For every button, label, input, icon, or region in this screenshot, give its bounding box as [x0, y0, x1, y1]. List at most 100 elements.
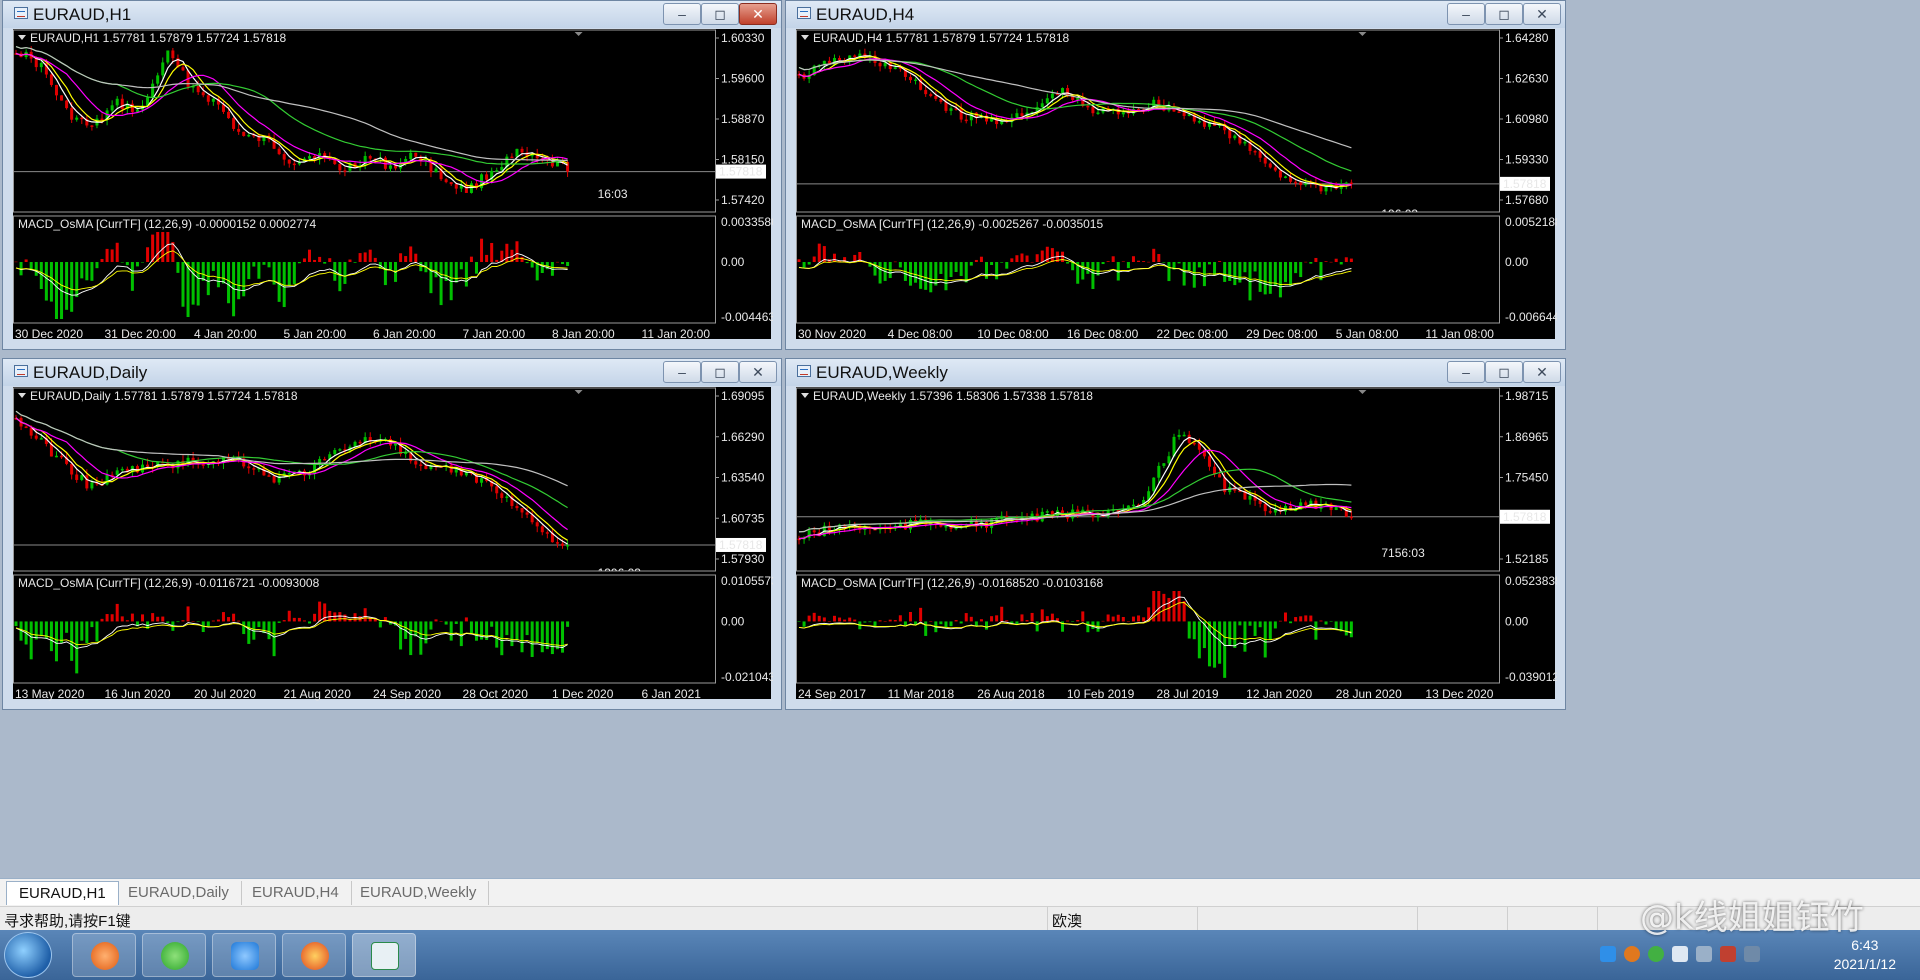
macd-histogram-bar [65, 262, 69, 310]
maximize-button[interactable]: ◻ [701, 3, 739, 25]
macd-histogram-bar [267, 621, 271, 640]
macd-histogram-bar [1197, 262, 1201, 268]
maximize-button[interactable]: ◻ [1485, 3, 1523, 25]
macd-histogram-bar [186, 606, 190, 622]
macd-histogram-bar [232, 613, 236, 622]
candle-body [944, 525, 948, 528]
ma-magenta-line [15, 417, 568, 531]
candle-body [161, 62, 165, 76]
macd-histogram-bar [485, 254, 489, 263]
tab-euraud-weekly[interactable]: EURAUD,Weekly [348, 881, 490, 905]
close-button[interactable]: ✕ [739, 361, 777, 383]
candle-body [120, 98, 124, 109]
chart-canvas[interactable]: 1.60330 1.59600 1.58870 1.58150 1.57420 0.003… [13, 29, 773, 341]
macd-histogram-bar [353, 262, 357, 263]
symbol-info: EURAUD,H4 1.57781 1.57879 1.57724 1.5781… [813, 31, 1070, 45]
macd-histogram-bar [893, 620, 897, 622]
tray-volume-icon[interactable] [1720, 946, 1736, 962]
macd-histogram-bar [459, 621, 463, 647]
macd-histogram-bar [318, 256, 322, 263]
macd-histogram-bar [196, 262, 200, 306]
macd-histogram-bar [540, 262, 544, 273]
window-titlebar[interactable]: EURAUD,Weekly – ◻ ✕ [786, 359, 1565, 386]
taskbar-clock[interactable]: 6:43 2021/1/12 [1834, 936, 1896, 974]
ma-green-line [15, 46, 568, 165]
candle-body [1283, 176, 1287, 178]
indicator-panel-border [796, 574, 1500, 684]
price-axis-label: 1.57680 [1505, 193, 1549, 207]
indicator-name: MACD_OsMA [CurrTF] (12,26,9) -0.0000152 … [18, 217, 316, 231]
macd-histogram-bar [1238, 621, 1242, 626]
chart-window-euraud-h1[interactable]: EURAUD,H1 – ◻ ✕ 1.60330 1.59600 1.58870 1.5… [2, 0, 782, 350]
time-axis-label: 11 Jan 20:00 [642, 327, 711, 341]
candle-body [242, 131, 246, 136]
candle-body [812, 530, 816, 533]
chart-window-euraud-h4[interactable]: EURAUD,H4 – ◻ ✕ 1.64280 1.62630 1.60980 1.5… [785, 0, 1566, 350]
time-axis-label: 6 Jan 20:00 [373, 327, 436, 341]
taskbar-app-wechat[interactable] [142, 933, 206, 977]
macd-histogram-bar [1126, 621, 1130, 622]
candle-body [1096, 515, 1100, 518]
taskbar-app-notes[interactable] [212, 933, 276, 977]
chart-canvas[interactable]: 1.64280 1.62630 1.60980 1.59330 1.57680 0.005… [796, 29, 1557, 341]
chart-canvas[interactable]: 1.69095 1.66290 1.63540 1.60735 1.57930 0.010… [13, 387, 773, 701]
start-button-icon[interactable] [4, 932, 52, 978]
tray-network-icon[interactable] [1696, 946, 1712, 962]
chart-canvas[interactable]: 1.987151.869651.754501.637001.521850.052… [796, 387, 1557, 701]
close-button[interactable]: ✕ [1523, 3, 1561, 25]
candle-body [1218, 474, 1222, 478]
tab-euraud-h4[interactable]: EURAUD,H4 [240, 881, 352, 905]
candle-body [1121, 112, 1125, 115]
close-button[interactable]: ✕ [739, 3, 777, 25]
current-price-label: 1.57818 [719, 165, 763, 179]
macd-histogram-bar [1349, 258, 1353, 263]
macd-histogram-bar [843, 619, 847, 622]
ma-green-line [15, 410, 568, 509]
minimize-button[interactable]: – [1447, 361, 1485, 383]
window-titlebar[interactable]: EURAUD,Daily – ◻ ✕ [3, 359, 781, 386]
macd-histogram-bar [893, 261, 897, 263]
time-axis-label: 29 Dec 08:00 [1246, 327, 1318, 341]
maximize-button[interactable]: ◻ [701, 361, 739, 383]
close-button[interactable]: ✕ [1523, 361, 1561, 383]
macd-histogram-bar [70, 262, 74, 312]
taskbar-app-browser[interactable] [72, 933, 136, 977]
macd-histogram-bar [939, 262, 943, 274]
indicator-axis-label: 0.00 [721, 255, 745, 269]
tab-euraud-h1[interactable]: EURAUD,H1 [6, 881, 119, 905]
minimize-button[interactable]: – [1447, 3, 1485, 25]
tray-flag-icon[interactable] [1744, 946, 1760, 962]
chart-menu-icon [801, 393, 809, 398]
macd-histogram-bar [1278, 262, 1282, 298]
macd-main-line [15, 243, 568, 296]
macd-histogram-bar [449, 621, 453, 641]
maximize-button[interactable]: ◻ [1485, 361, 1523, 383]
macd-histogram-bar [221, 262, 225, 284]
minimize-button[interactable]: – [663, 3, 701, 25]
candle-body [924, 89, 928, 95]
time-axis-label: 28 Jun 2020 [1336, 687, 1402, 701]
candle-body [120, 468, 124, 471]
tab-euraud-daily[interactable]: EURAUD,Daily [116, 881, 242, 905]
candle-body [414, 461, 418, 465]
macd-histogram-bar [292, 262, 296, 285]
taskbar-app-firefox[interactable] [282, 933, 346, 977]
window-titlebar[interactable]: EURAUD,H4 – ◻ ✕ [786, 1, 1565, 28]
minimize-button[interactable]: – [663, 361, 701, 383]
candle-body [1278, 170, 1282, 178]
window-titlebar[interactable]: EURAUD,H1 – ◻ ✕ [3, 1, 781, 28]
chart-window-euraud-daily[interactable]: EURAUD,Daily – ◻ ✕ 1.69095 1.66290 1.63540… [2, 358, 782, 710]
taskbar-app-metatrader[interactable] [352, 933, 416, 977]
window-title: EURAUD,H4 [816, 5, 915, 24]
macd-histogram-bar [1040, 250, 1044, 263]
macd-histogram-bar [969, 262, 973, 266]
macd-histogram-bar [409, 246, 413, 263]
tray-app-icon[interactable] [1624, 946, 1640, 962]
candle-body [211, 98, 215, 102]
chart-window-euraud-weekly[interactable]: EURAUD,Weekly – ◻ ✕ 1.98715 1.86965 1.7545… [785, 358, 1566, 710]
tray-shield-icon[interactable] [1672, 946, 1688, 962]
tray-wechat-icon[interactable] [1648, 946, 1664, 962]
macd-histogram-bar [1329, 261, 1333, 263]
macd-histogram-bar [1344, 257, 1348, 263]
tray-app-icon[interactable] [1600, 946, 1616, 962]
